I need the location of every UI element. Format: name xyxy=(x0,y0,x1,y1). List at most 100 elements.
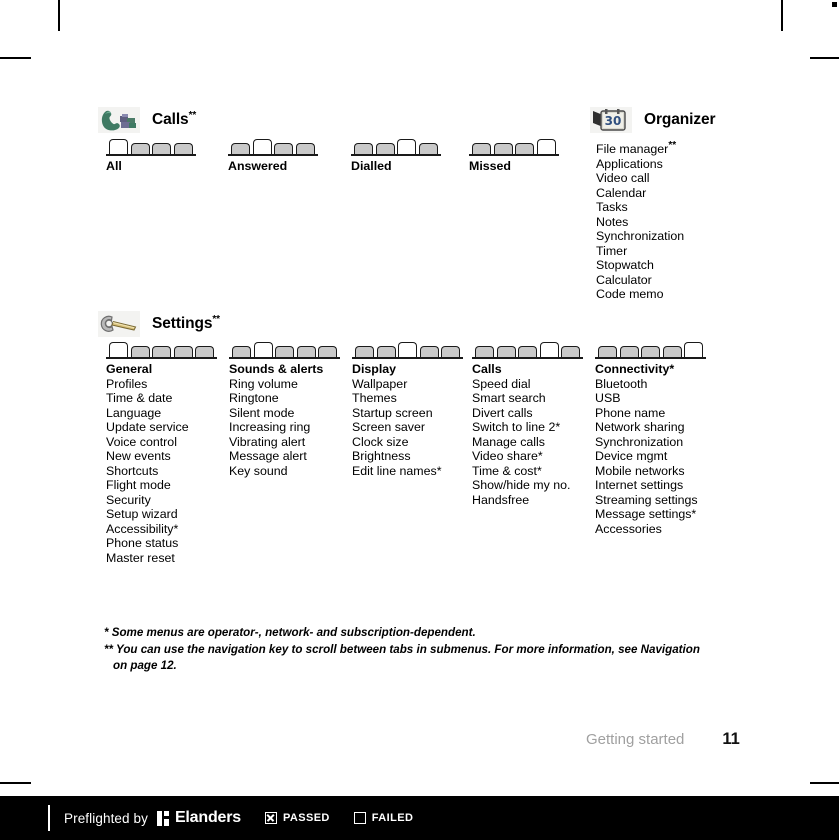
menu-item[interactable]: Vibrating alert xyxy=(229,435,347,450)
menu-item[interactable]: Wallpaper xyxy=(352,377,470,392)
menu-item[interactable]: Phone name xyxy=(595,406,725,421)
checkbox-passed-box[interactable] xyxy=(264,812,277,824)
menu-item[interactable]: Bluetooth xyxy=(595,377,725,392)
tab[interactable] xyxy=(561,346,580,357)
tab-selected[interactable] xyxy=(109,139,128,154)
menu-item[interactable]: Ringtone xyxy=(229,391,347,406)
tab-selected[interactable] xyxy=(252,139,272,154)
tab[interactable] xyxy=(518,346,537,357)
tab[interactable] xyxy=(295,143,315,154)
tabstrip-settings-display[interactable] xyxy=(352,342,463,359)
tab-selected[interactable] xyxy=(539,342,559,357)
menu-item[interactable]: Startup screen xyxy=(352,406,470,421)
menu-item[interactable]: Smart search xyxy=(472,391,597,406)
menu-item[interactable]: Accessories xyxy=(595,522,725,537)
menu-item[interactable]: Tasks xyxy=(596,200,796,215)
menu-header-calls-all[interactable]: All xyxy=(106,159,216,174)
tab[interactable] xyxy=(619,346,639,357)
tab-selected[interactable] xyxy=(398,342,417,357)
tabstrip-settings-calls[interactable] xyxy=(472,342,583,359)
tab[interactable] xyxy=(418,143,438,154)
tab[interactable] xyxy=(130,143,150,154)
menu-item[interactable]: Master reset xyxy=(106,551,224,566)
menu-item[interactable]: Mobile networks xyxy=(595,464,725,479)
tabstrip-calls-missed[interactable] xyxy=(469,139,559,156)
menu-item[interactable]: Notes xyxy=(596,215,796,230)
menu-header-settings-calls[interactable]: Calls xyxy=(472,362,597,377)
menu-item[interactable]: Code memo xyxy=(596,287,796,302)
tabstrip-calls-dialled[interactable] xyxy=(351,139,441,156)
menu-item[interactable]: Internet settings xyxy=(595,478,725,493)
tab[interactable] xyxy=(296,346,316,357)
menu-item[interactable]: Divert calls xyxy=(472,406,597,421)
menu-header-settings-sounds[interactable]: Sounds & alerts xyxy=(229,362,347,377)
tab[interactable] xyxy=(496,346,516,357)
menu-item[interactable]: Increasing ring xyxy=(229,420,347,435)
menu-item[interactable]: Stopwatch xyxy=(596,258,796,273)
tab[interactable] xyxy=(152,346,171,357)
tab[interactable] xyxy=(231,143,250,154)
tabstrip-settings-connectivity[interactable] xyxy=(595,342,706,359)
tab-selected[interactable] xyxy=(536,139,556,154)
tab[interactable] xyxy=(318,346,337,357)
menu-item[interactable]: Ring volume xyxy=(229,377,347,392)
tab[interactable] xyxy=(195,346,214,357)
tab[interactable] xyxy=(419,346,439,357)
menu-header-settings-connectivity[interactable]: Connectivity* xyxy=(595,362,725,377)
menu-header-settings-display[interactable]: Display xyxy=(352,362,470,377)
tab[interactable] xyxy=(354,143,373,154)
menu-item[interactable]: Key sound xyxy=(229,464,347,479)
menu-item[interactable]: Message alert xyxy=(229,449,347,464)
tab[interactable] xyxy=(472,143,491,154)
menu-item[interactable]: Phone status xyxy=(106,536,224,551)
menu-item[interactable]: Security xyxy=(106,493,224,508)
menu-item[interactable]: Language xyxy=(106,406,224,421)
tabstrip-settings-general[interactable] xyxy=(106,342,217,359)
tab-selected[interactable] xyxy=(397,139,416,154)
tab[interactable] xyxy=(662,346,682,357)
tab[interactable] xyxy=(274,143,293,154)
tab[interactable] xyxy=(376,346,396,357)
menu-item[interactable]: Streaming settings xyxy=(595,493,725,508)
menu-item[interactable]: Show/hide my no. xyxy=(472,478,597,493)
menu-item[interactable]: Voice control xyxy=(106,435,224,450)
menu-item[interactable]: Screen saver xyxy=(352,420,470,435)
menu-item[interactable]: Video call xyxy=(596,171,796,186)
menu-item[interactable]: Calendar xyxy=(596,186,796,201)
menu-item[interactable]: Device mgmt xyxy=(595,449,725,464)
menu-item[interactable]: Timer xyxy=(596,244,796,259)
tab[interactable] xyxy=(275,346,294,357)
checkbox-failed-box[interactable] xyxy=(353,812,366,824)
menu-item[interactable]: Handsfree xyxy=(472,493,597,508)
menu-item[interactable]: Shortcuts xyxy=(106,464,224,479)
tab-selected[interactable] xyxy=(109,342,128,357)
menu-item[interactable]: Brightness xyxy=(352,449,470,464)
tab[interactable] xyxy=(641,346,660,357)
menu-item[interactable]: Edit line names* xyxy=(352,464,470,479)
menu-item[interactable]: Message settings* xyxy=(595,507,725,522)
tab[interactable] xyxy=(130,346,150,357)
tab-selected[interactable] xyxy=(684,342,703,357)
menu-item[interactable]: Speed dial xyxy=(472,377,597,392)
tab[interactable] xyxy=(232,346,251,357)
menu-item[interactable]: Video share* xyxy=(472,449,597,464)
tab[interactable] xyxy=(493,143,513,154)
menu-header-organizer-file-manager[interactable]: File manager** xyxy=(596,139,796,157)
tab[interactable] xyxy=(173,143,193,154)
tab[interactable] xyxy=(355,346,374,357)
menu-header-calls-answered[interactable]: Answered xyxy=(228,159,338,174)
tab-selected[interactable] xyxy=(253,342,273,357)
menu-item[interactable]: Setup wizard xyxy=(106,507,224,522)
preflight-failed-checkbox[interactable]: FAILED xyxy=(353,812,414,824)
menu-header-calls-missed[interactable]: Missed xyxy=(469,159,579,174)
tabstrip-calls-answered[interactable] xyxy=(228,139,318,156)
menu-item[interactable]: Flight mode xyxy=(106,478,224,493)
tab[interactable] xyxy=(441,346,460,357)
menu-item[interactable]: Silent mode xyxy=(229,406,347,421)
menu-item[interactable]: Synchronization xyxy=(596,229,796,244)
menu-item[interactable]: Clock size xyxy=(352,435,470,450)
menu-item[interactable]: Switch to line 2* xyxy=(472,420,597,435)
tab[interactable] xyxy=(375,143,395,154)
menu-item[interactable]: Synchronization xyxy=(595,435,725,450)
menu-header-settings-general[interactable]: General xyxy=(106,362,224,377)
